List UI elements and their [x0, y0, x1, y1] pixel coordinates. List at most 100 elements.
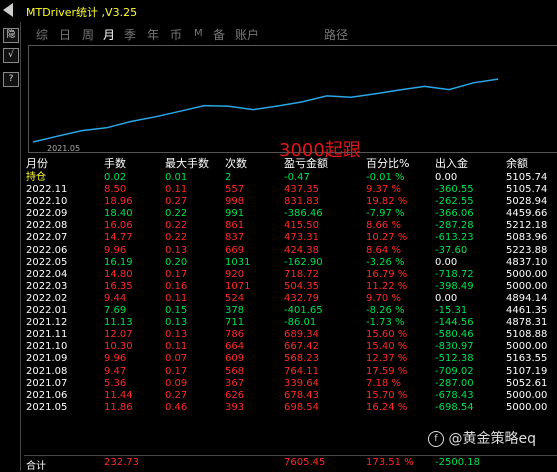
cell-lots: 16.06	[104, 220, 133, 232]
header-pnl: 盈亏金额	[284, 157, 328, 170]
table-row[interactable]: 2021.09 9.96 0.07 609 568.23 12.37 % -512.38 51…	[24, 353, 557, 365]
cell-pnl: -401.65	[284, 305, 323, 317]
hide-button[interactable]: 隐	[3, 28, 19, 43]
cell-deposit-withdraw: -709.02	[435, 365, 474, 377]
cell-count: 367	[225, 377, 245, 389]
cell-month: 2021.10	[26, 341, 68, 353]
table-row[interactable]: 2022.02 9.44 0.11 524 432.79 9.70 % 0.00 4894.1…	[24, 293, 557, 305]
cell-pnl: 698.54	[284, 401, 319, 413]
table-row[interactable]: 2022.06 9.96 0.13 669 424.38 8.64 % -37.60 5223…	[24, 245, 557, 257]
tab-path[interactable]: 路径	[324, 26, 348, 43]
cell-month: 2022.02	[26, 292, 68, 304]
total-lots: 232.73	[104, 457, 139, 468]
cell-max-lots: 0.16	[165, 280, 188, 292]
equity-line	[32, 78, 499, 143]
table-row[interactable]: 2021.10 10.30 0.11 664 667.42 15.40 % -830.97 5…	[24, 341, 557, 353]
cell-balance: 5212.18	[506, 220, 548, 232]
collapse-arrow-icon[interactable]	[3, 3, 13, 17]
tab-month[interactable]: 月	[103, 26, 116, 46]
period-tabs: 综 日 周 月 季 年 币 M 备 账户 路径	[22, 24, 557, 46]
cell-max-lots: 0.11	[165, 292, 188, 304]
tab-notes[interactable]: 备	[213, 26, 225, 43]
table-row[interactable]: 2022.08 16.06 0.22 861 415.50 8.66 % -287.28 52…	[24, 220, 557, 232]
table-row[interactable]: 2022.03 16.35 0.16 1071 504.35 11.22 % -398.49…	[24, 281, 557, 293]
table-row[interactable]: 持仓 0.02 0.01 2 -0.47 -0.01 % 0.00 5105.74	[24, 172, 557, 184]
cell-count: 557	[225, 184, 245, 196]
cell-max-lots: 0.46	[165, 401, 188, 413]
help-button[interactable]: ?	[3, 72, 19, 87]
cell-balance: 5163.55	[506, 353, 548, 365]
table-row[interactable]: 2022.11 8.50 0.11 557 437.35 9.37 % -360.55 510…	[24, 184, 557, 196]
tab-year[interactable]: 年	[147, 26, 159, 43]
cell-deposit-withdraw: 0.00	[435, 256, 458, 268]
table-row[interactable]: 2021.12 11.13 0.13 711 -86.01 -1.73 % -144.56 4…	[24, 317, 557, 329]
cell-balance: 4837.10	[506, 256, 548, 268]
cell-lots: 9.44	[104, 292, 127, 304]
tab-day[interactable]: 日	[59, 26, 71, 43]
cell-month: 2021.05	[26, 401, 68, 413]
cell-balance: 5108.88	[506, 329, 548, 341]
cell-deposit-withdraw: -287.00	[435, 377, 474, 389]
tab-week[interactable]: 周	[82, 26, 94, 43]
cell-month: 持仓	[26, 172, 46, 183]
cell-deposit-withdraw: -287.28	[435, 220, 474, 232]
cell-percent: -7.97 %	[366, 208, 405, 220]
tab-currency[interactable]: 币	[170, 26, 182, 43]
cell-percent: 8.64 %	[366, 244, 401, 256]
table-row[interactable]: 2022.07 14.77 0.22 837 473.31 10.27 % -613.23 5…	[24, 232, 557, 244]
cell-deposit-withdraw: 0.00	[435, 172, 458, 183]
header-percent: 百分比%	[366, 157, 410, 170]
table-row[interactable]: 2021.08 9.47 0.17 568 764.11 17.59 % -709.02 51…	[24, 366, 557, 378]
cell-max-lots: 0.09	[165, 377, 188, 389]
header-balance: 余额	[506, 157, 528, 170]
total-deposit-withdraw: -2500.18	[435, 457, 480, 468]
table-row[interactable]: 2022.10 18.96 0.27 998 831.83 19.82 % -262.55 5…	[24, 196, 557, 208]
brand-logo-icon: f	[428, 431, 444, 447]
cell-deposit-withdraw: -15.31	[435, 305, 468, 317]
cell-month: 2022.10	[26, 196, 68, 208]
tab-account[interactable]: 账户	[235, 26, 259, 43]
table-row[interactable]: 2022.05 16.19 0.20 1031 -162.90 -3.26 % 0.00 48…	[24, 257, 557, 269]
cell-balance: 5028.94	[506, 196, 548, 208]
tab-m[interactable]: M	[194, 28, 203, 39]
cell-deposit-withdraw: -398.49	[435, 280, 474, 292]
cell-lots: 11.44	[104, 389, 133, 401]
window-title: MTDriver统计 ,V3.25	[26, 6, 138, 19]
table-row[interactable]: 2021.11 12.07 0.13 786 689.34 15.60 % -580.46 5…	[24, 329, 557, 341]
table-row[interactable]: 2021.06 11.44 0.27 626 678.43 15.70 % -678.43 5…	[24, 390, 557, 402]
cell-lots: 14.77	[104, 232, 133, 244]
divider	[20, 22, 21, 471]
check-button[interactable]: √	[3, 48, 19, 63]
cell-balance: 5000.00	[506, 389, 548, 401]
cell-max-lots: 0.27	[165, 196, 188, 208]
cell-month: 2022.11	[26, 184, 68, 196]
header-month: 月份	[26, 157, 48, 170]
monthly-stats-table: 月份 手数 最大手数 次数 盈亏金额 百分比% 出入金 余额 持仓 0.02 0.0…	[24, 158, 557, 414]
tab-quarter[interactable]: 季	[124, 26, 136, 43]
cell-balance: 4459.66	[506, 208, 548, 220]
cell-balance: 5052.61	[506, 377, 548, 389]
total-percent: 173.51 %	[366, 457, 414, 468]
cell-balance: 5107.19	[506, 365, 548, 377]
cell-count: 786	[225, 329, 245, 341]
header-lots: 手数	[104, 157, 126, 170]
cell-pnl: -0.47	[284, 172, 310, 183]
table-row[interactable]: 2022.09 18.40 0.22 991 -386.46 -7.97 % -366.06…	[24, 208, 557, 220]
cell-lots: 16.19	[104, 256, 133, 268]
cell-lots: 5.36	[104, 377, 127, 389]
cell-deposit-withdraw: -580.46	[435, 329, 474, 341]
cell-percent: 16.24 %	[366, 401, 408, 413]
cell-count: 1071	[225, 280, 251, 292]
cell-month: 2022.05	[26, 256, 68, 268]
table-row[interactable]: 2021.05 11.86 0.46 393 698.54 16.24 % -698.54 5…	[24, 402, 557, 414]
table-row[interactable]: 2022.04 14.80 0.17 920 718.72 16.79 % -718.72 5…	[24, 269, 557, 281]
tab-summary[interactable]: 综	[36, 26, 48, 43]
table-row[interactable]: 2022.01 7.69 0.15 378 -401.65 -8.26 % -15.31 44…	[24, 305, 557, 317]
cell-lots: 7.69	[104, 305, 127, 317]
table-row[interactable]: 2021.07 5.36 0.09 367 339.64 7.18 % -287.00 505…	[24, 378, 557, 390]
cell-deposit-withdraw: -698.54	[435, 401, 474, 413]
cell-month: 2021.07	[26, 377, 68, 389]
brand-watermark: f @黄金策略eq	[428, 428, 536, 448]
cell-lots: 18.96	[104, 196, 133, 208]
cell-lots: 9.96	[104, 244, 127, 256]
